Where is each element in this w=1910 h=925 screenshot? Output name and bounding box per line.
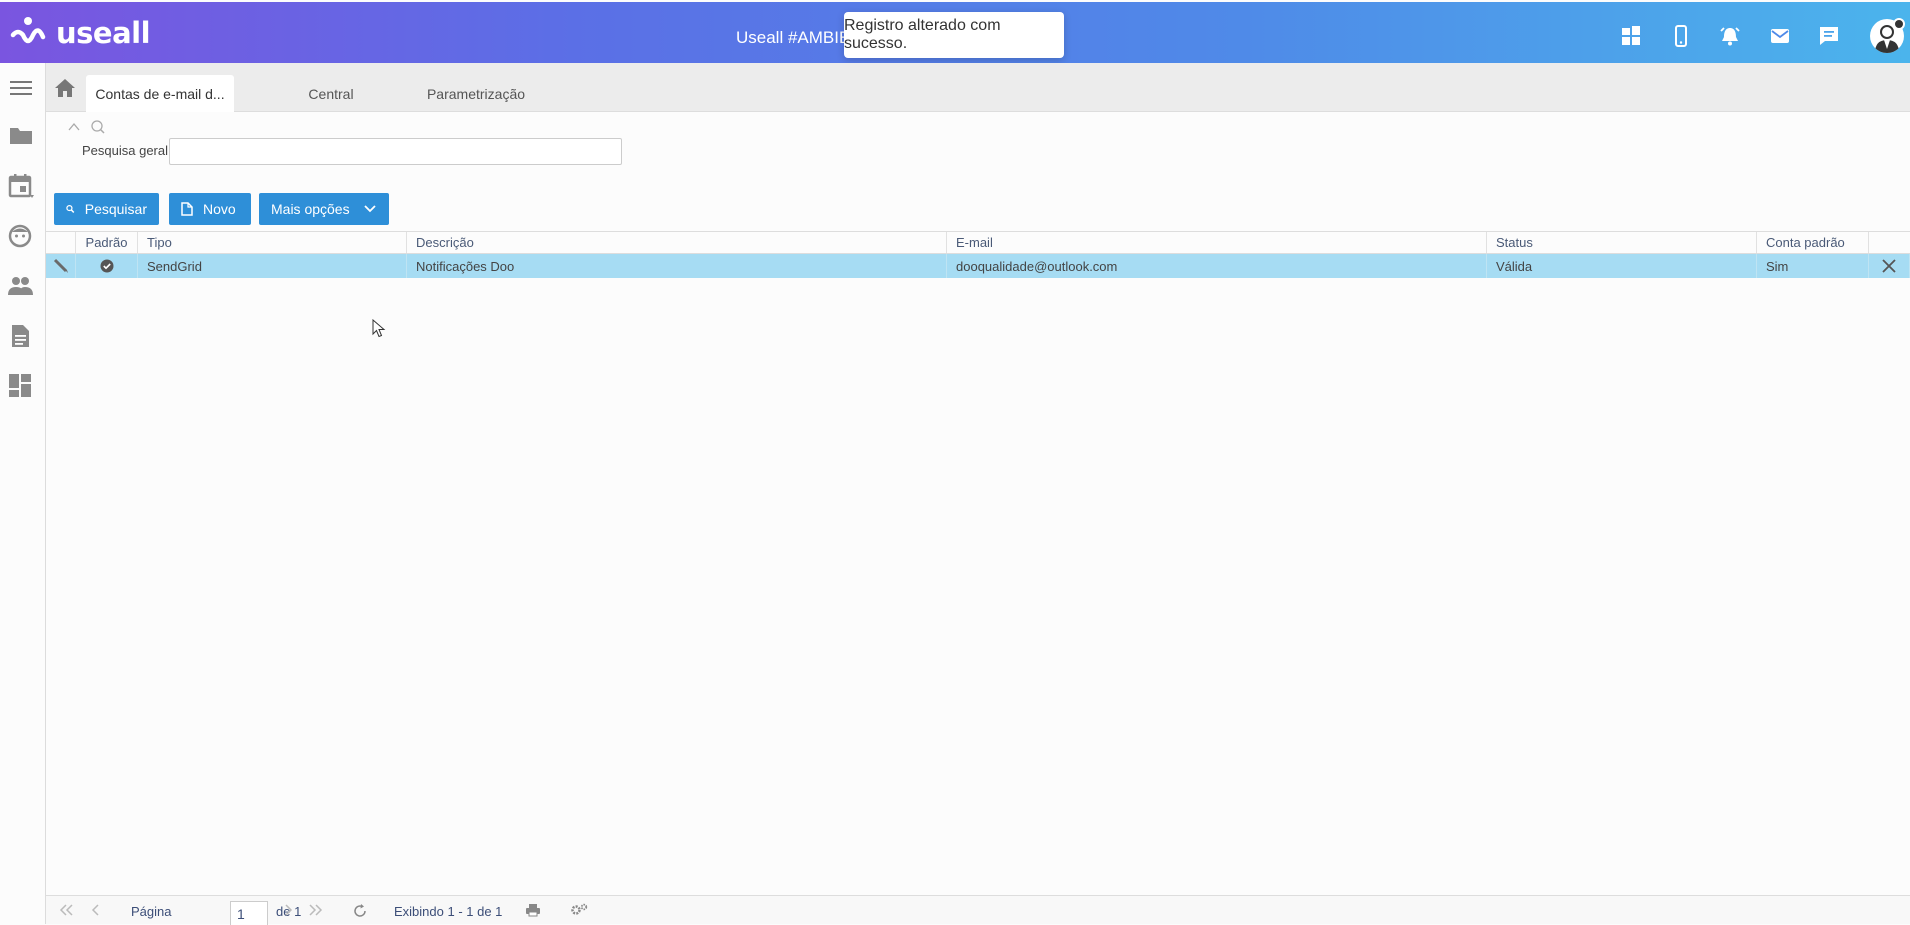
column-header-email[interactable]: E-mail <box>947 232 1487 253</box>
dashboard-icon[interactable] <box>8 373 34 399</box>
edit-cell[interactable] <box>46 254 76 278</box>
descricao-cell: Notificações Doo <box>407 254 947 278</box>
more-options-label: Mais opções <box>271 201 350 217</box>
default-cell <box>76 254 138 278</box>
chevron-up-icon <box>68 120 105 134</box>
check-circle-icon <box>100 259 113 273</box>
mail-icon[interactable] <box>1769 25 1791 47</box>
refresh-icon[interactable] <box>352 903 368 919</box>
people-icon[interactable] <box>8 273 34 299</box>
search-icon <box>66 204 75 213</box>
calendar-icon[interactable] <box>8 173 34 199</box>
column-header-padrao[interactable]: Padrão <box>76 232 138 253</box>
column-header-actions <box>1869 232 1910 253</box>
new-button-label: Novo <box>203 201 236 217</box>
logo-mark-icon <box>10 17 46 44</box>
status-indicator <box>1893 18 1905 30</box>
page-number-input[interactable] <box>230 901 268 925</box>
display-count: Exibindo 1 - 1 de 1 <box>394 904 503 919</box>
mobile-icon[interactable] <box>1670 25 1692 47</box>
filter-toggle[interactable] <box>66 118 106 136</box>
tab-parametrizacao[interactable]: Parametrização <box>396 75 556 112</box>
folder-icon[interactable] <box>8 123 34 149</box>
previous-page-icon[interactable] <box>90 903 102 917</box>
table-row[interactable]: SendGrid Notificações Doo dooqualidade@o… <box>46 254 1910 278</box>
pencil-icon <box>53 258 68 273</box>
column-header-edit <box>46 232 76 253</box>
home-icon[interactable] <box>52 75 78 101</box>
email-cell: dooqualidade@outlook.com <box>947 254 1487 278</box>
search-label: Pesquisa geral <box>82 143 168 158</box>
column-header-status[interactable]: Status <box>1487 232 1757 253</box>
delete-cell[interactable] <box>1869 254 1910 278</box>
page-label: Página <box>131 904 172 919</box>
apps-icon[interactable] <box>1620 25 1642 47</box>
column-header-tipo[interactable]: Tipo <box>138 232 407 253</box>
tipo-cell: SendGrid <box>138 254 407 278</box>
tab-contas-email[interactable]: Contas de e-mail d... <box>86 75 234 112</box>
logo[interactable]: useall <box>10 15 151 51</box>
logo-text: useall <box>56 16 151 50</box>
new-document-icon <box>181 202 193 216</box>
grid-header: Padrão Tipo Descrição E-mail Status Cont… <box>46 231 1910 254</box>
tab-central[interactable]: Central <box>266 75 396 112</box>
close-icon <box>1882 259 1896 273</box>
new-button[interactable]: Novo <box>169 193 251 225</box>
next-page-icon[interactable] <box>282 903 294 917</box>
search-button-label: Pesquisar <box>84 201 147 217</box>
search-button[interactable]: Pesquisar <box>54 193 159 225</box>
settings-icon[interactable] <box>570 903 588 917</box>
alarm-icon[interactable] <box>1719 25 1741 47</box>
face-icon[interactable] <box>8 223 34 249</box>
conta-padrao-cell: Sim <box>1757 254 1869 278</box>
last-page-icon[interactable] <box>308 903 324 917</box>
sidebar <box>0 63 46 924</box>
column-header-conta-padrao[interactable]: Conta padrão <box>1757 232 1869 253</box>
print-icon[interactable] <box>525 903 541 917</box>
menu-icon[interactable] <box>8 75 34 101</box>
chat-icon[interactable] <box>1818 25 1840 47</box>
column-header-descricao[interactable]: Descrição <box>407 232 947 253</box>
more-options-button[interactable]: Mais opções <box>259 193 389 225</box>
search-input[interactable] <box>169 138 622 165</box>
success-toast: Registro alterado com sucesso. <box>844 12 1064 58</box>
status-cell: Válida <box>1487 254 1757 278</box>
chevron-down-icon <box>363 205 376 213</box>
mouse-cursor-icon <box>372 319 386 338</box>
pager: Página de 1 Exibindo 1 - 1 de 1 <box>46 895 1910 925</box>
first-page-icon[interactable] <box>58 903 74 917</box>
tab-bar: Contas de e-mail d... Central Parametriz… <box>46 63 1910 112</box>
document-icon[interactable] <box>8 323 34 349</box>
